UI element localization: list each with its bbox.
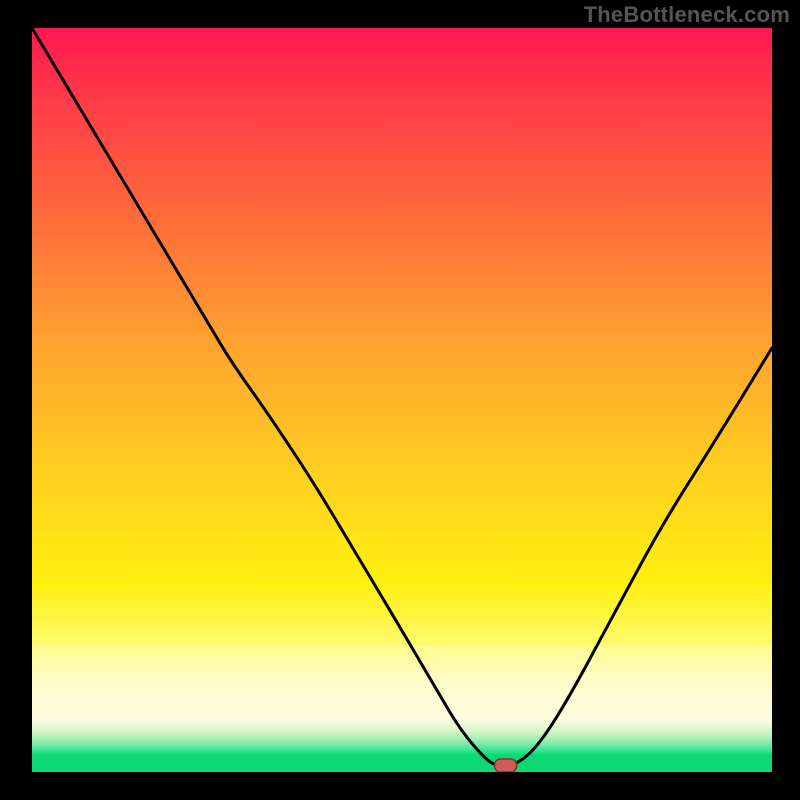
chart-frame: TheBottleneck.com: [0, 0, 800, 800]
bottleneck-curve: [32, 28, 772, 766]
plot-area: [32, 28, 772, 772]
optimum-marker: [495, 759, 517, 772]
watermark-text: TheBottleneck.com: [584, 2, 790, 28]
curve-layer: [32, 28, 772, 772]
